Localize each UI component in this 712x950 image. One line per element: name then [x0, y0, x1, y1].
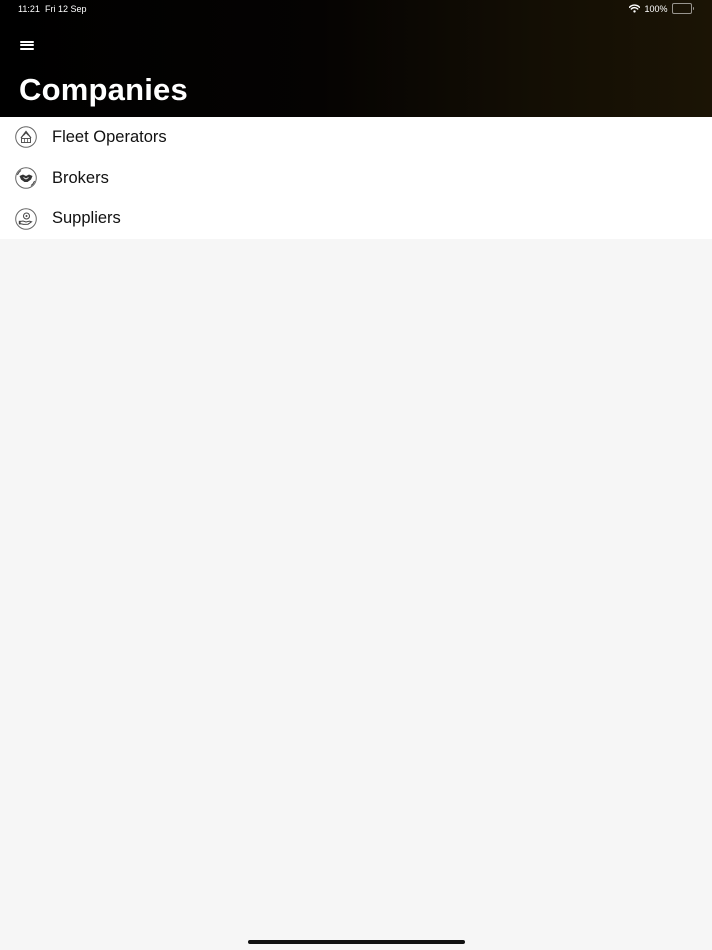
companies-screen: 11:21 Fri 12 Sep 100% Companies Fleet Op…	[0, 0, 712, 950]
fleet-operators-icon	[15, 126, 37, 149]
companies-list: Fleet Operators Brokers Suppliers	[0, 117, 712, 240]
list-item-suppliers[interactable]: Suppliers	[0, 198, 712, 239]
supplier-hand-icon	[15, 207, 37, 230]
list-item-fleet-operators[interactable]: Fleet Operators	[0, 117, 712, 158]
battery-percentage: 100%	[644, 3, 668, 14]
list-item-brokers[interactable]: Brokers	[0, 158, 712, 199]
header: 11:21 Fri 12 Sep 100% Companies	[0, 0, 712, 117]
list-item-label: Suppliers	[52, 209, 121, 228]
wifi-icon	[629, 4, 641, 13]
status-time: 11:21	[18, 4, 40, 14]
page-title: Companies	[19, 72, 188, 107]
list-item-label: Fleet Operators	[52, 127, 167, 146]
hamburger-menu-icon[interactable]	[19, 39, 37, 53]
status-indicators: 100%	[629, 3, 694, 14]
list-item-label: Brokers	[52, 168, 109, 187]
battery-icon	[671, 3, 694, 14]
home-indicator[interactable]	[248, 940, 465, 944]
status-date: Fri 12 Sep	[45, 4, 87, 14]
handshake-icon	[15, 167, 37, 189]
status-bar: 11:21 Fri 12 Sep 100%	[0, 0, 712, 18]
